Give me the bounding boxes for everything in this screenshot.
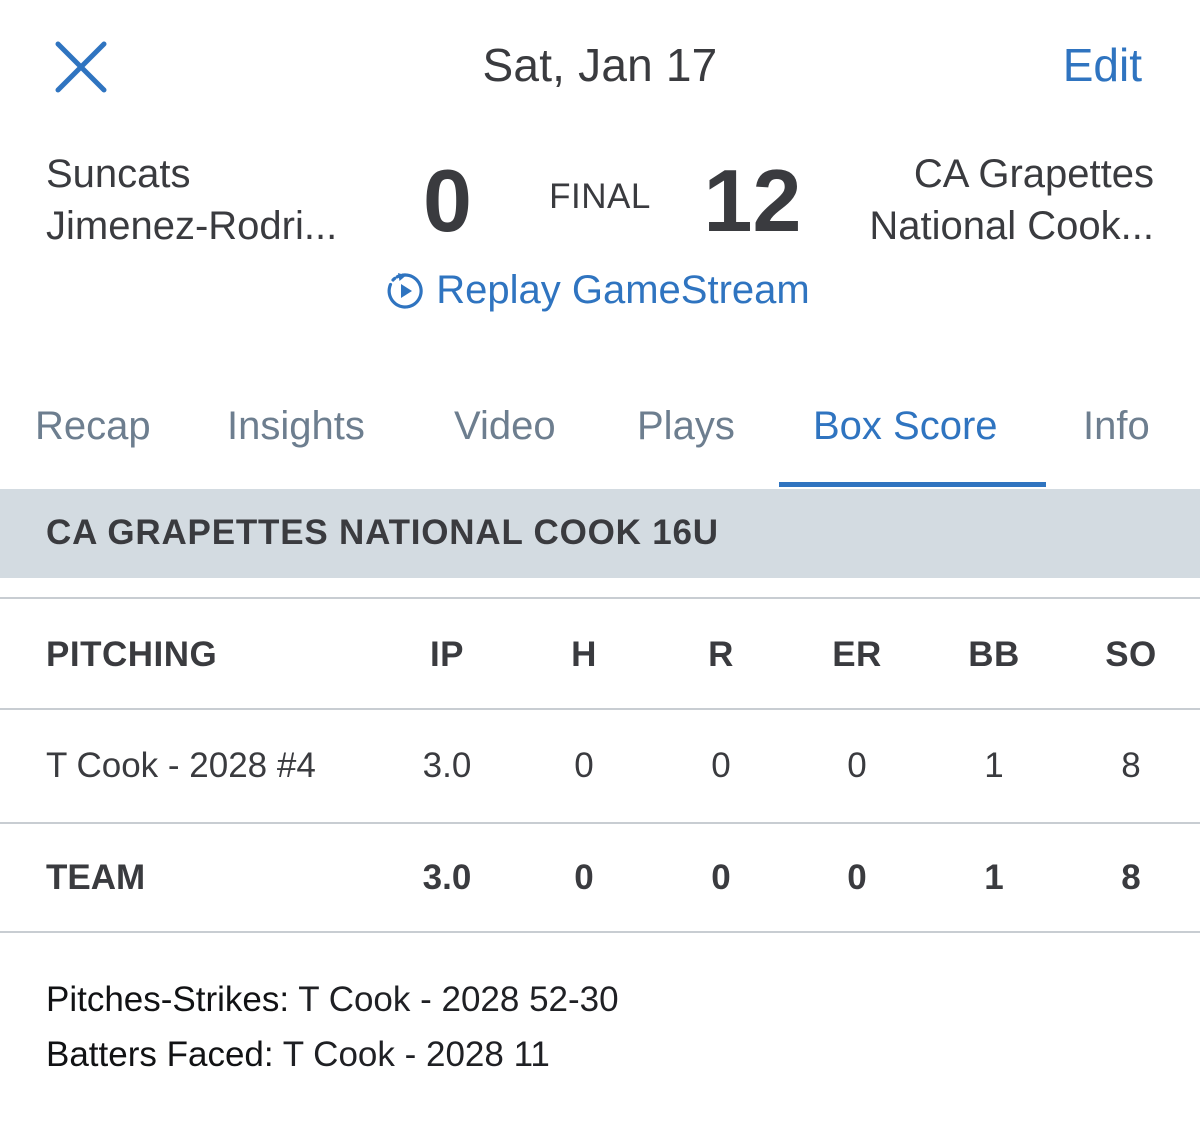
tab-box-score[interactable]: Box Score	[813, 404, 998, 449]
edit-button[interactable]: Edit	[1063, 38, 1142, 92]
divider	[0, 597, 1200, 599]
replay-play-icon	[387, 272, 423, 309]
away-team[interactable]: Suncats Jimenez-Rodri...	[46, 148, 386, 252]
batters-faced-label: Batters Faced:	[46, 1035, 274, 1074]
home-team-subname: National Cook...	[869, 204, 1154, 248]
player-r: 0	[711, 746, 731, 785]
active-tab-indicator	[779, 482, 1046, 487]
home-team[interactable]: CA Grapettes National Cook...	[814, 148, 1154, 252]
column-header-er: ER	[832, 635, 882, 674]
team-section-header: CA GRAPETTES NATIONAL COOK 16U	[0, 489, 1200, 578]
batters-faced-note: Batters Faced: T Cook - 2028 11	[46, 1035, 550, 1075]
away-team-name: Suncats	[46, 152, 191, 196]
page-title: Sat, Jan 17	[482, 39, 718, 91]
tab-video[interactable]: Video	[454, 404, 556, 449]
pitches-strikes-label: Pitches-Strikes:	[46, 980, 290, 1019]
player-er: 0	[847, 746, 867, 785]
team-r: 0	[711, 858, 731, 897]
batters-faced-value: T Cook - 2028 11	[273, 1035, 550, 1074]
home-team-name: CA Grapettes	[913, 152, 1154, 196]
divider	[0, 931, 1200, 933]
team-bb: 1	[984, 858, 1004, 897]
tab-info[interactable]: Info	[1083, 404, 1150, 449]
column-header-h: H	[571, 635, 597, 674]
replay-gamestream-label: Replay GameStream	[436, 268, 810, 312]
pitches-strikes-note: Pitches-Strikes: T Cook - 2028 52-30	[46, 980, 619, 1020]
player-bb: 1	[984, 746, 1004, 785]
home-team-score: 12	[703, 151, 802, 250]
replay-gamestream-button[interactable]: Replay GameStream	[0, 268, 1200, 313]
column-header-ip: IP	[429, 635, 465, 674]
pitches-strikes-value: T Cook - 2028 52-30	[289, 980, 619, 1019]
column-header-pitching: PITCHING	[46, 635, 218, 674]
column-header-bb: BB	[968, 635, 1020, 674]
team-total-label: TEAM	[46, 858, 146, 897]
player-name[interactable]: T Cook - 2028 #4	[46, 746, 316, 786]
tab-plays[interactable]: Plays	[637, 404, 735, 449]
tab-recap[interactable]: Recap	[35, 404, 151, 449]
player-ip: 3.0	[422, 746, 472, 785]
away-team-score: 0	[423, 151, 472, 250]
player-h: 0	[574, 746, 594, 785]
tab-bar: Recap Insights Video Plays Box Score Inf…	[0, 398, 1200, 490]
team-ip: 3.0	[422, 858, 472, 897]
column-header-so: SO	[1105, 635, 1157, 674]
player-so: 8	[1121, 746, 1141, 785]
divider	[0, 822, 1200, 824]
column-header-r: R	[708, 635, 734, 674]
team-section-title: CA GRAPETTES NATIONAL COOK 16U	[46, 513, 719, 552]
team-er: 0	[847, 858, 867, 897]
team-so: 8	[1121, 858, 1141, 897]
team-h: 0	[574, 858, 594, 897]
game-status: FINAL	[549, 177, 651, 216]
divider	[0, 708, 1200, 710]
tab-insights[interactable]: Insights	[227, 404, 365, 449]
away-team-subname: Jimenez-Rodri...	[46, 204, 338, 248]
